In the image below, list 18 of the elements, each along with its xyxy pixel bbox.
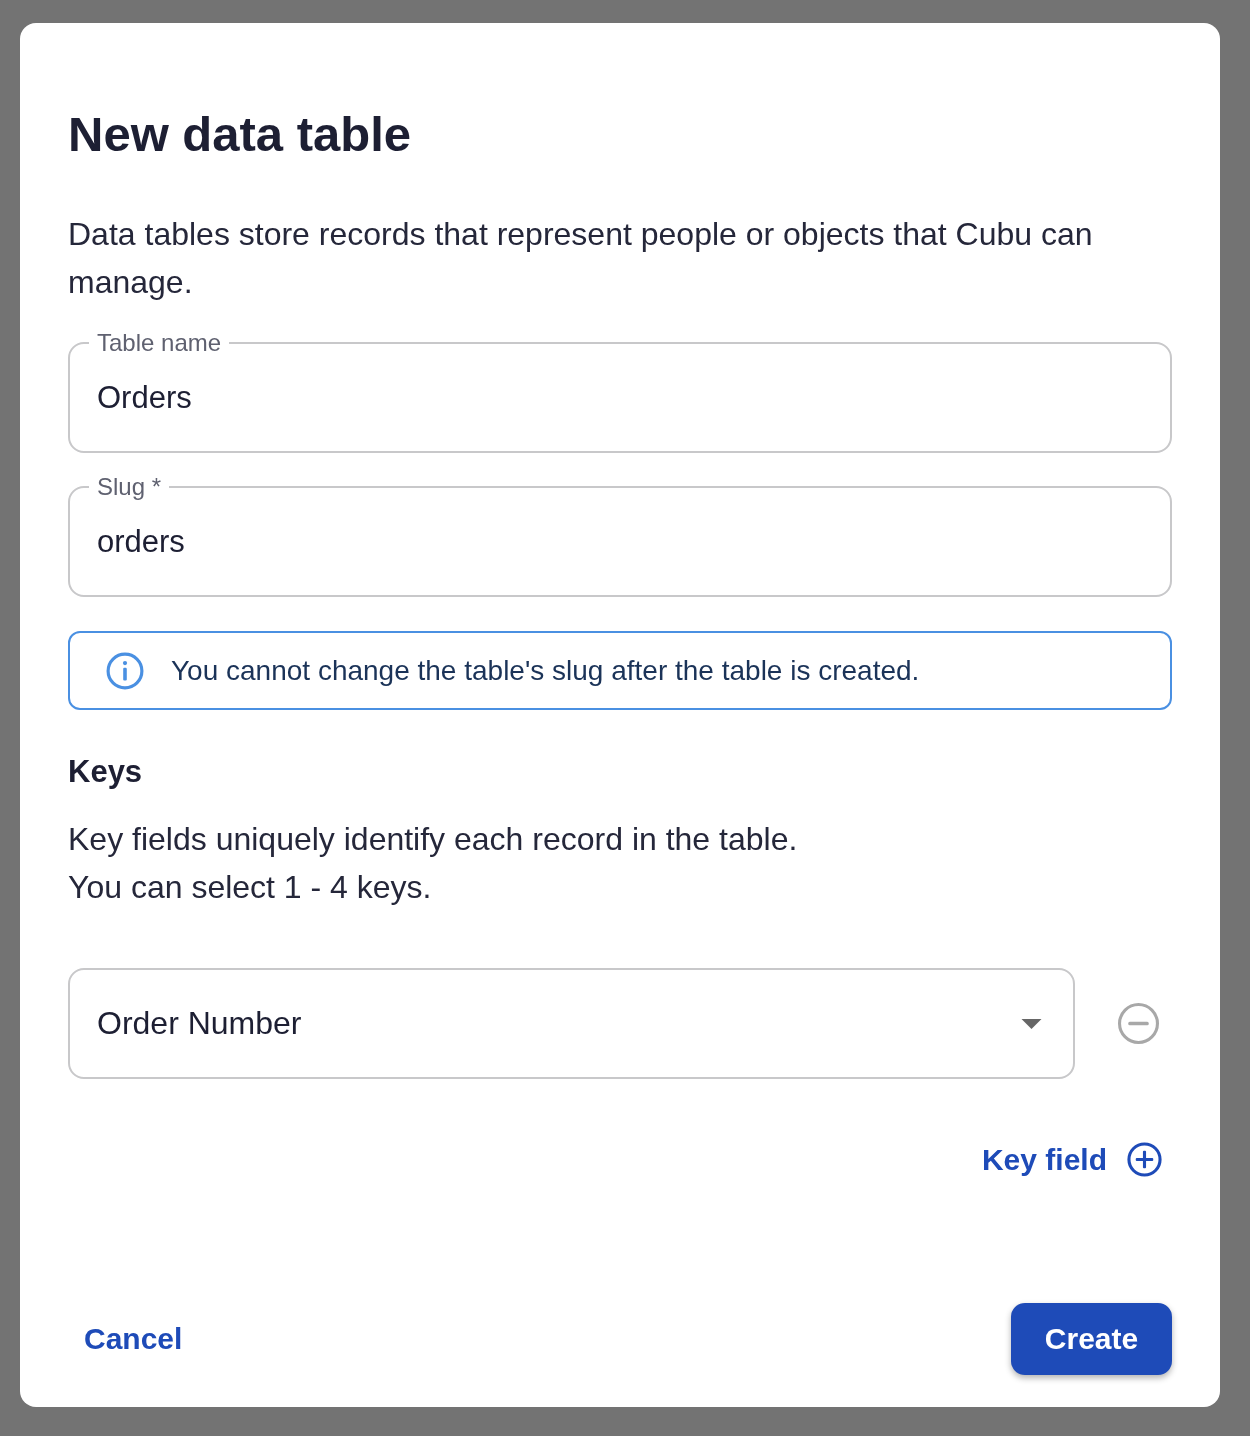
minus-circle-icon[interactable] [1118, 1003, 1159, 1044]
info-text: You cannot change the table's slug after the table is created. [171, 654, 920, 687]
field-value: orders [97, 524, 185, 560]
field-label: Table name [96, 330, 223, 356]
field-label: Slug * [96, 474, 163, 500]
dialog-title: New data table [68, 106, 412, 162]
caret-icon [1021, 1018, 1042, 1029]
field-value: Orders [97, 380, 192, 416]
cancel-button[interactable]: Cancel [68, 1312, 199, 1366]
keys-heading: Keys [68, 753, 143, 791]
info-icon [106, 651, 144, 690]
dialog-description: Data tables store records that represent people or objects that Cubu can manage. [68, 215, 1094, 302]
add-key-field-button[interactable]: Key field [981, 1142, 1162, 1177]
keys-description: You can select 1 - 4 keys. [68, 868, 433, 907]
key-select[interactable]: Order Number [68, 968, 1075, 1079]
create-button[interactable]: Create [1011, 1303, 1172, 1375]
plus-circle-icon [1127, 1142, 1162, 1177]
keys-description: Key fields uniquely identify each record in the table. [68, 820, 798, 859]
